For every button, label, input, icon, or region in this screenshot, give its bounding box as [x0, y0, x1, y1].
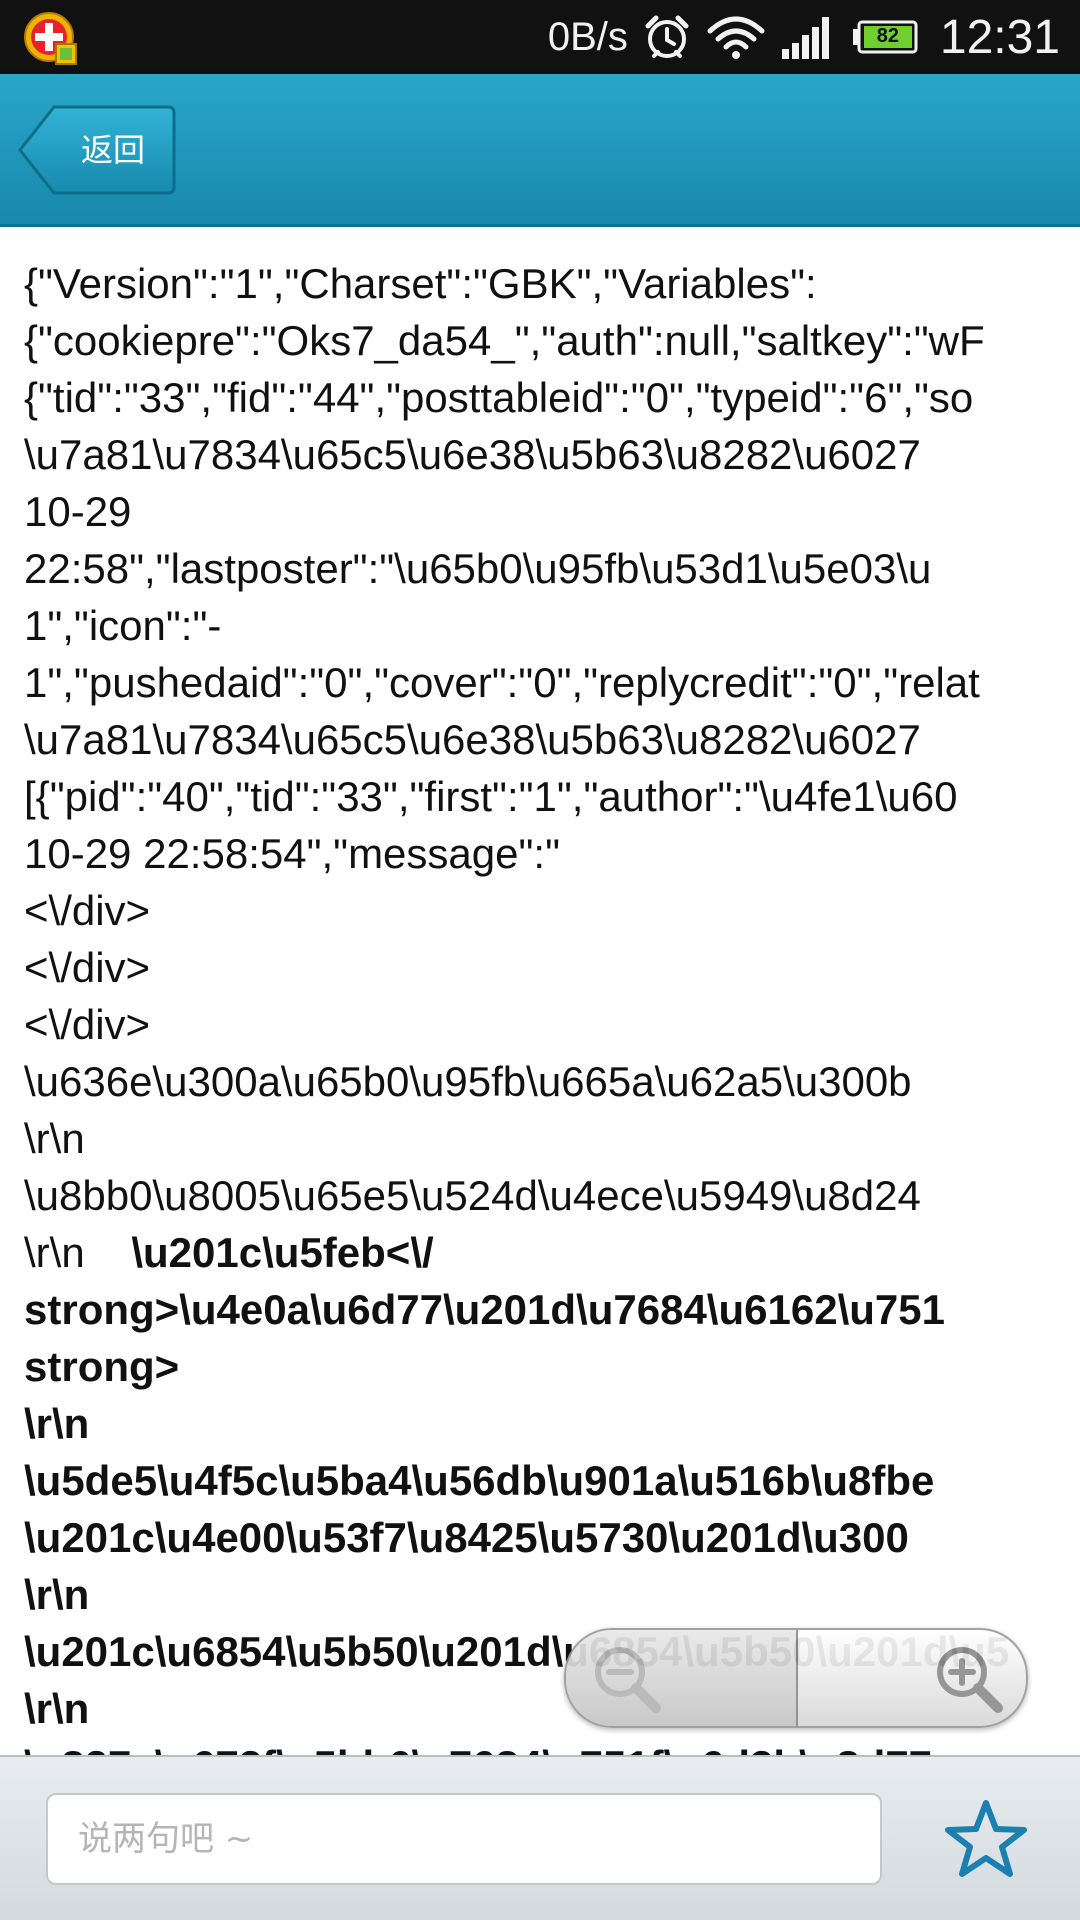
content-line-text: <\/div> — [24, 1001, 151, 1048]
status-icons: 0B/s 82 12:31 — [548, 0, 1060, 74]
content-line: 1","icon":"- — [24, 597, 1080, 654]
content-line: \u636e\u300a\u65b0\u95fb\u665a\u62a5\u30… — [24, 1053, 1080, 1110]
screen: 0B/s 82 12:31 返回 {"Version":"1","Charset… — [0, 0, 1080, 1920]
star-outline-icon — [945, 1800, 1027, 1877]
content-line-text: \u7a81\u7834\u65c5\u6e38\u5b63\u8282\u60… — [24, 716, 921, 763]
content-line-text: \u636e\u300a\u65b0\u95fb\u665a\u62a5\u30… — [24, 1058, 912, 1105]
favorite-button[interactable] — [940, 1793, 1032, 1885]
content-line: {"tid":"33","fid":"44","posttableid":"0"… — [24, 369, 1080, 426]
content-line-bold-text: \u201c\u5feb<\/ — [131, 1229, 434, 1276]
content-line: 22:58","lastposter":"\u65b0\u95fb\u53d1\… — [24, 540, 1080, 597]
content-line-text: <\/div> — [24, 887, 151, 934]
content-line: \u827a\u672f\u5bb6\u7684\u751f\u6d3b\u8d… — [24, 1737, 1080, 1755]
signal-icon — [781, 17, 829, 59]
content-line-text: \u5de5\u4f5c\u5ba4\u56db\u901a\u516b\u8f… — [24, 1457, 935, 1504]
content-line-text: strong>\u4e0a\u6d77\u201d\u7684\u6162\u7… — [24, 1286, 945, 1333]
alarm-icon — [645, 15, 689, 58]
zoom-in-icon — [937, 1647, 1003, 1713]
wifi-icon — [707, 16, 765, 59]
content-line-text: \u827a\u672f\u5bb6\u7684\u751f\u6d3b\u8d… — [24, 1742, 932, 1755]
battery-level: 82 — [876, 25, 899, 47]
content-line: 10-29 22:58:54","message":" — [24, 825, 1080, 882]
content-line: {"Version":"1","Charset":"GBK","Variable… — [24, 255, 1080, 312]
content-line: \r\n — [24, 1110, 1080, 1167]
content-line: strong>\u4e0a\u6d77\u201d\u7684\u6162\u7… — [24, 1281, 1080, 1338]
content-line-text: 10-29 22:58:54","message":" — [24, 830, 560, 877]
comment-input[interactable] — [46, 1793, 882, 1885]
content-line-text: 1","pushedaid":"0","cover":"0","replycre… — [24, 659, 980, 706]
content-line-text: \r\n — [24, 1685, 90, 1732]
content-line-text: {"Version":"1","Charset":"GBK","Variable… — [24, 260, 817, 307]
content-line-text: [{"pid":"40","tid":"33","first":"1","aut… — [24, 773, 958, 820]
net-speed: 0B/s — [547, 14, 628, 59]
back-button[interactable]: 返回 — [18, 104, 176, 196]
content-line: \u7a81\u7834\u65c5\u6e38\u5b63\u8282\u60… — [24, 426, 1080, 483]
content-line-text: {"tid":"33","fid":"44","posttableid":"0"… — [24, 374, 974, 421]
content-line: \r\n \u201c\u5feb<\/ — [24, 1224, 1080, 1281]
content-line-text: 1","icon":"- — [24, 602, 222, 649]
content-line: \u5de5\u4f5c\u5ba4\u56db\u901a\u516b\u8f… — [24, 1452, 1080, 1509]
content-line: strong> — [24, 1338, 1080, 1395]
zoom-out-icon — [595, 1647, 661, 1713]
content-line-text: \r\n — [24, 1115, 85, 1162]
bottom-bar — [0, 1755, 1080, 1920]
content-line-text: \r\n — [24, 1571, 90, 1618]
content-line-text: \r\n — [24, 1229, 132, 1276]
content-line: \u201c\u4e00\u53f7\u8425\u5730\u201d\u30… — [24, 1509, 1080, 1566]
content-line: [{"pid":"40","tid":"33","first":"1","aut… — [24, 768, 1080, 825]
raw-json-content[interactable]: {"Version":"1","Charset":"GBK","Variable… — [0, 227, 1080, 1755]
content-line: <\/div> — [24, 996, 1080, 1053]
content-line: 1","pushedaid":"0","cover":"0","replycre… — [24, 654, 1080, 711]
content-line-text: 10-29 — [24, 488, 132, 535]
content-line: \r\n — [24, 1566, 1080, 1623]
app-icon — [24, 12, 77, 65]
header-bar: 返回 — [0, 74, 1080, 227]
content-line: {"cookiepre":"Oks7_da54_","auth":null,"s… — [24, 312, 1080, 369]
status-bar: 0B/s 82 12:31 — [0, 0, 1080, 74]
content-line-text: \u8bb0\u8005\u65e5\u524d\u4ece\u5949\u8d… — [24, 1172, 921, 1219]
content-line-text: {"cookiepre":"Oks7_da54_","auth":null,"s… — [24, 317, 985, 364]
battery-icon: 82 — [852, 20, 918, 54]
status-clock: 12:31 — [939, 10, 1060, 64]
content-line: <\/div> — [24, 882, 1080, 939]
content-line-text: 22:58","lastposter":"\u65b0\u95fb\u53d1\… — [24, 545, 932, 592]
content-line-text: strong> — [24, 1343, 180, 1390]
content-line: <\/div> — [24, 939, 1080, 996]
content-line: \u8bb0\u8005\u65e5\u524d\u4ece\u5949\u8d… — [24, 1167, 1080, 1224]
content-line: \r\n — [24, 1395, 1080, 1452]
content-line-text: \u201c\u4e00\u53f7\u8425\u5730\u201d\u30… — [24, 1514, 909, 1561]
zoom-out-button[interactable] — [566, 1630, 798, 1726]
zoom-in-button[interactable] — [798, 1630, 1026, 1726]
content-line: \u7a81\u7834\u65c5\u6e38\u5b63\u8282\u60… — [24, 711, 1080, 768]
content-line-text: \r\n — [24, 1400, 90, 1447]
back-button-label: 返回 — [80, 131, 145, 169]
content-line-text: \u7a81\u7834\u65c5\u6e38\u5b63\u8282\u60… — [24, 431, 921, 478]
content-lines: {"Version":"1","Charset":"GBK","Variable… — [24, 255, 1080, 1755]
zoom-controls — [564, 1628, 1028, 1728]
content-line-text: <\/div> — [24, 944, 151, 991]
content-line: 10-29 — [24, 483, 1080, 540]
